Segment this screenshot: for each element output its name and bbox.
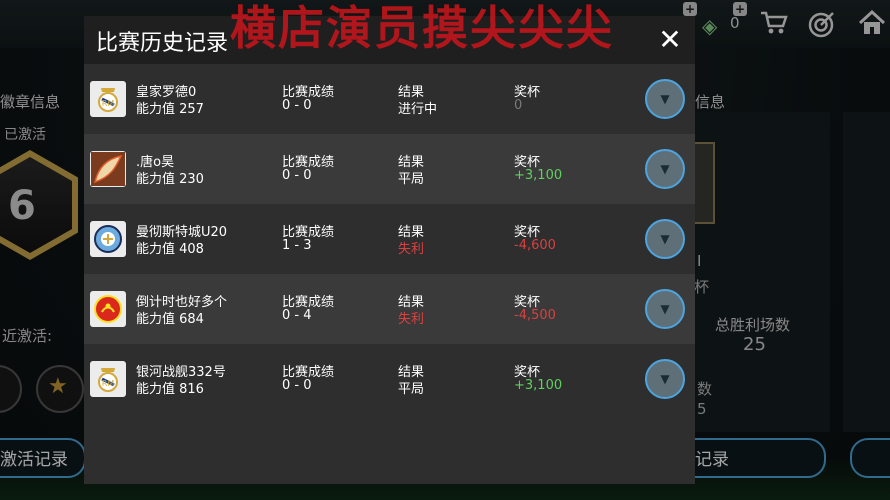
trophy-value: +3,100 [514,378,563,393]
wing-crest-icon [90,151,126,187]
man-utd-crest-icon [90,291,126,327]
trophy-value: -4,600 [514,238,556,253]
expand-button[interactable]: ▼ [645,289,685,329]
trophy-value: 0 [514,98,523,113]
chevron-down-icon: ▼ [660,162,670,176]
team-power: 能力值 230 [136,172,204,187]
watermark-text: 横店演员摸尖尖尖 [230,1,614,55]
chevron-down-icon: ▼ [660,232,670,246]
match-row: RM 皇家罗德0 能力值 257 比赛成绩 0 - 0 结果 进行中 奖杯 0 … [84,64,695,134]
score-value: 0 - 0 [282,98,312,113]
team-power: 能力值 684 [136,312,204,327]
trophy-value: +3,100 [514,168,563,183]
result-value: 失利 [398,242,425,257]
expand-button[interactable]: ▼ [645,79,685,119]
modal-title: 比赛历史记录 [96,31,229,56]
team-power: 能力值 257 [136,102,204,117]
score-value: 0 - 0 [282,378,312,393]
team-power: 能力值 408 [136,242,204,257]
chevron-down-icon: ▼ [660,92,670,106]
match-row: 倒计时也好多个 能力值 684 比赛成绩 0 - 4 结果 失利 奖杯 -4,5… [84,274,695,344]
chevron-down-icon: ▼ [660,302,670,316]
result-value: 平局 [398,382,425,397]
close-button[interactable]: ✕ [656,26,684,54]
match-row: .唐o昊 能力值 230 比赛成绩 0 - 0 结果 平局 奖杯 +3,100 … [84,134,695,204]
score-value: 1 - 3 [282,238,312,253]
empty-list-area [84,414,695,484]
result-value: 失利 [398,312,425,327]
result-value: 平局 [398,172,425,187]
match-row: RM 银河战舰332号 能力值 816 比赛成绩 0 - 0 结果 平局 奖杯 … [84,344,695,414]
svg-text:RM: RM [102,99,115,108]
expand-button[interactable]: ▼ [645,219,685,259]
man-city-crest-icon [90,221,126,257]
trophy-value: -4,500 [514,308,556,323]
chevron-down-icon: ▼ [660,372,670,386]
score-value: 0 - 0 [282,168,312,183]
real-madrid-crest-icon: RM [90,81,126,117]
expand-button[interactable]: ▼ [645,359,685,399]
score-value: 0 - 4 [282,308,312,323]
match-list: RM 皇家罗德0 能力值 257 比赛成绩 0 - 0 结果 进行中 奖杯 0 … [84,64,695,414]
result-value: 进行中 [398,102,438,117]
match-history-modal: 比赛历史记录 ✕ RM 皇家罗德0 能力值 257 比赛成绩 0 - 0 结果 … [84,16,695,484]
expand-button[interactable]: ▼ [645,149,685,189]
match-row: 曼彻斯特城U20 能力值 408 比赛成绩 1 - 3 结果 失利 奖杯 -4,… [84,204,695,274]
svg-text:RM: RM [102,379,115,388]
real-madrid-crest-icon: RM [90,361,126,397]
team-power: 能力值 816 [136,382,204,397]
